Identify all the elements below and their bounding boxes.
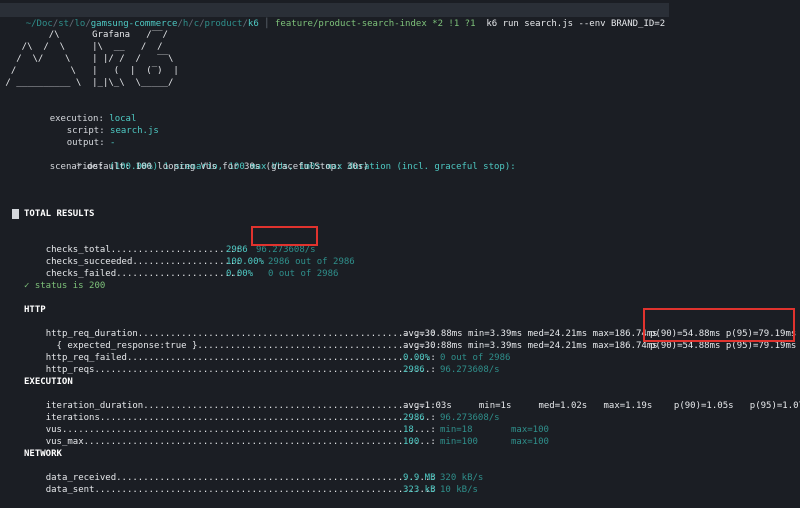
highlight-box-checks-rate (251, 226, 318, 246)
logo-line: /\ / \ |\ __ / / (0, 42, 163, 52)
scenarios-row: scenarios: (100.00%) 1 scenario, 100 max… (49, 162, 516, 172)
prompt-line: ~/Doc/st/lo/gamsung-commerce/h/c/product… (0, 3, 670, 29)
http-expected-response-row: { expected_response:true }..............… (45, 341, 797, 351)
data-sent-row: data_sent...............................… (45, 485, 478, 495)
terminal-window[interactable]: ~/Doc/st/lo/gamsung-commerce/h/c/product… (0, 0, 800, 495)
output-row: output: - (66, 138, 116, 148)
path-part: st (58, 19, 70, 29)
check-status-row: ✓ status is 200 (24, 281, 106, 291)
path-part: k6 (247, 19, 259, 29)
highlight-box-percentiles (643, 308, 795, 342)
path-part: product (204, 19, 243, 29)
http-req-failed-row: http_req_failed.........................… (45, 353, 511, 363)
path-part: ~/Doc (25, 19, 53, 29)
default-scenario-row: * default: 100 looping VUs for 30s (grac… (76, 162, 369, 172)
execution-row: execution: local (49, 114, 137, 124)
execution-header: EXECUTION (24, 377, 73, 387)
vus-max-row: vus_max.................................… (45, 437, 549, 447)
iteration-duration-row: iteration_duration......................… (45, 401, 800, 411)
path-part: gamsung-commerce (90, 19, 178, 29)
total-results-header: TOTAL RESULTS (24, 209, 95, 219)
http-reqs-row: http_reqs...............................… (45, 365, 500, 375)
checks-total-row: checks_total.......................: 2986… (45, 245, 316, 255)
data-received-row: data_received...........................… (45, 473, 484, 483)
http-header: HTTP (24, 305, 46, 315)
logo-line: / __________ \ |_|\_\ \_____/ (0, 78, 174, 88)
script-row: script: search.js (66, 126, 159, 136)
path-part: lo (74, 19, 86, 29)
http-req-duration-row: http_req_duration.......................… (45, 329, 797, 339)
logo-line: /\ Grafana /‾‾/ (0, 30, 168, 40)
checks-failed-row: checks_failed......................: 0.00… (45, 269, 339, 279)
logo-line: / \ | ( | (‾) | (0, 66, 179, 76)
checks-succeeded-row: checks_succeeded...................: 100.… (45, 257, 355, 267)
git-branch: feature/product-search-index *2 !1 ?1 (275, 19, 476, 29)
command-text[interactable]: k6 run search.js --env BRAND_ID=2 (486, 19, 665, 29)
section-marker (12, 209, 19, 219)
network-header: NETWORK (24, 449, 62, 459)
vus-row: vus.....................................… (45, 425, 549, 435)
logo-line: / \/ \ | |/ / / ‾‾\ (0, 54, 174, 64)
iterations-row: iterations..............................… (45, 413, 500, 423)
